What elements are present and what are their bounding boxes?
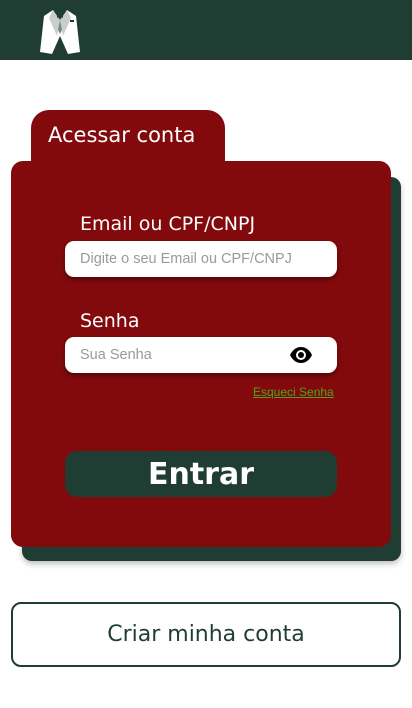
top-bar [0, 0, 412, 60]
email-field[interactable] [80, 241, 330, 277]
eye-icon[interactable] [289, 346, 313, 364]
email-field-wrapper [65, 241, 337, 277]
forgot-password-link[interactable]: Esqueci Senha [253, 385, 334, 399]
password-field[interactable] [80, 337, 280, 373]
password-label: Senha [80, 310, 140, 332]
login-card: Email ou CPF/CNPJ Senha Esqueci Senha En… [11, 161, 391, 547]
suit-icon[interactable] [38, 6, 82, 56]
password-field-wrapper [65, 337, 337, 373]
email-label: Email ou CPF/CNPJ [80, 213, 256, 235]
login-button[interactable]: Entrar [65, 451, 337, 497]
login-tab-title: Acessar conta [48, 123, 196, 147]
create-account-button[interactable]: Criar minha conta [11, 602, 401, 667]
